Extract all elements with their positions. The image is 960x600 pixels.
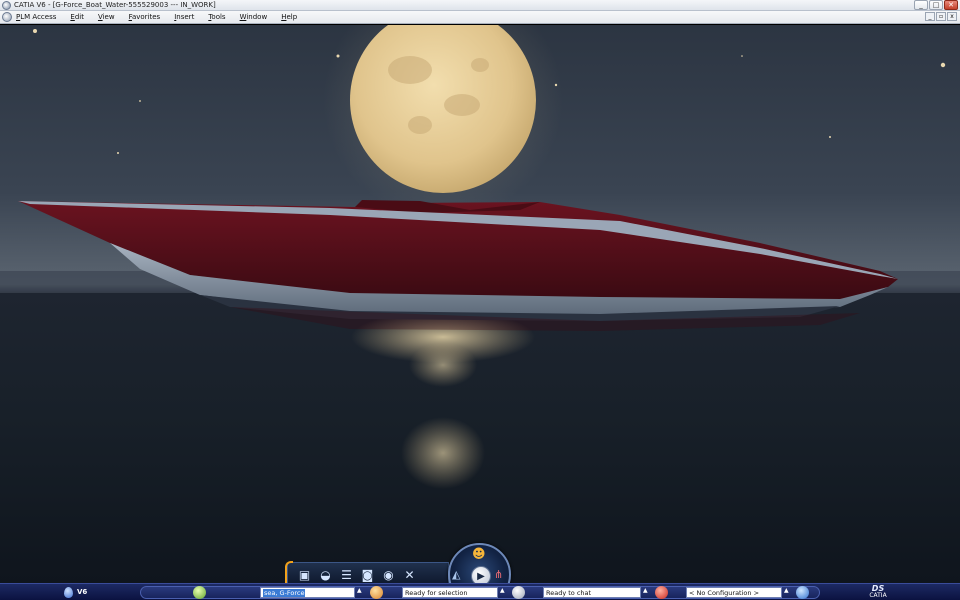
v6-brand: V6 [64, 586, 134, 598]
doc-close-button[interactable]: x [947, 12, 957, 21]
menu-bar: PLM Access Edit View Favorites Insert To… [0, 11, 960, 24]
menu-insert[interactable]: Insert [174, 13, 194, 21]
chat-status-field: Ready to chat [543, 587, 641, 598]
document-controls: _ ▫ x [925, 12, 957, 21]
menu-view[interactable]: View [98, 13, 115, 21]
3d-viewport[interactable]: ▣ ◒ ☰ ◙ ◉ ✕ ☻ ◭ ⋔ ∴ ▶ [0, 25, 960, 583]
menu-window[interactable]: Window [240, 13, 268, 21]
search-value: sea, G-Force [263, 589, 306, 597]
search-input[interactable]: sea, G-Force [260, 587, 355, 598]
open-icon[interactable]: ▣ [296, 567, 313, 584]
action-pad-handle[interactable] [285, 561, 293, 583]
maximize-button[interactable]: □ [929, 0, 943, 10]
selection-dropdown-icon[interactable]: ▲ [500, 587, 505, 594]
compass-menu-icon[interactable] [2, 12, 12, 22]
close-button[interactable]: ✕ [944, 0, 958, 10]
menu-help[interactable]: Help [281, 13, 297, 21]
status-bar: V6 sea, G-Force ▲ Ready for selection ▲ … [0, 583, 960, 600]
snapshot-icon[interactable]: ◙ [359, 567, 376, 584]
configuration-field[interactable]: < No Configuration > [686, 587, 782, 598]
play-icon[interactable]: ▶ [471, 566, 491, 583]
search-dropdown-icon[interactable]: ▲ [357, 587, 362, 594]
menu-favorites[interactable]: Favorites [129, 13, 161, 21]
menu-tools[interactable]: Tools [208, 13, 225, 21]
menu-edit[interactable]: Edit [70, 13, 84, 21]
camera-icon[interactable]: ◉ [380, 567, 397, 584]
window-title: CATIA V6 - [G-Force_Boat_Water-555529003… [14, 1, 216, 9]
title-bar: CATIA V6 - [G-Force_Boat_Water-555529003… [0, 0, 960, 11]
boat-model [18, 200, 898, 321]
information-icon[interactable]: ◭ [452, 568, 460, 581]
selection-status-field: Ready for selection [402, 587, 498, 598]
configuration-dropdown-icon[interactable]: ▲ [784, 587, 789, 594]
catia-app-icon[interactable] [2, 0, 11, 10]
vendor-label: CATIA [869, 592, 887, 599]
surface-icon[interactable]: ◒ [317, 567, 334, 584]
v6-drop-icon [64, 586, 73, 598]
menu-plm-access[interactable]: PLM Access [16, 13, 56, 21]
chat-dropdown-icon[interactable]: ▲ [643, 587, 648, 594]
brand-label: V6 [77, 588, 88, 596]
render-scene [0, 25, 960, 489]
catia-logo: DS CATIA [868, 584, 888, 600]
tools-icon[interactable]: ✕ [401, 567, 418, 584]
window-controls: _ □ ✕ [914, 0, 958, 10]
doc-restore-button[interactable]: ▫ [936, 12, 946, 21]
layers-icon[interactable]: ☰ [338, 567, 355, 584]
ds-mark: DS [871, 584, 885, 593]
configuration-icon[interactable] [796, 586, 809, 599]
globe-icon[interactable] [193, 586, 206, 599]
selection-icon[interactable] [512, 586, 525, 599]
chat-icon[interactable] [655, 586, 668, 599]
search-icon[interactable] [370, 586, 383, 599]
social-icon[interactable]: ☻ [472, 547, 486, 562]
action-pad: ▣ ◒ ☰ ◙ ◉ ✕ [285, 561, 449, 584]
doc-minimize-button[interactable]: _ [925, 12, 935, 21]
minimize-button[interactable]: _ [914, 0, 928, 10]
relations-icon[interactable]: ⋔ [494, 568, 503, 581]
